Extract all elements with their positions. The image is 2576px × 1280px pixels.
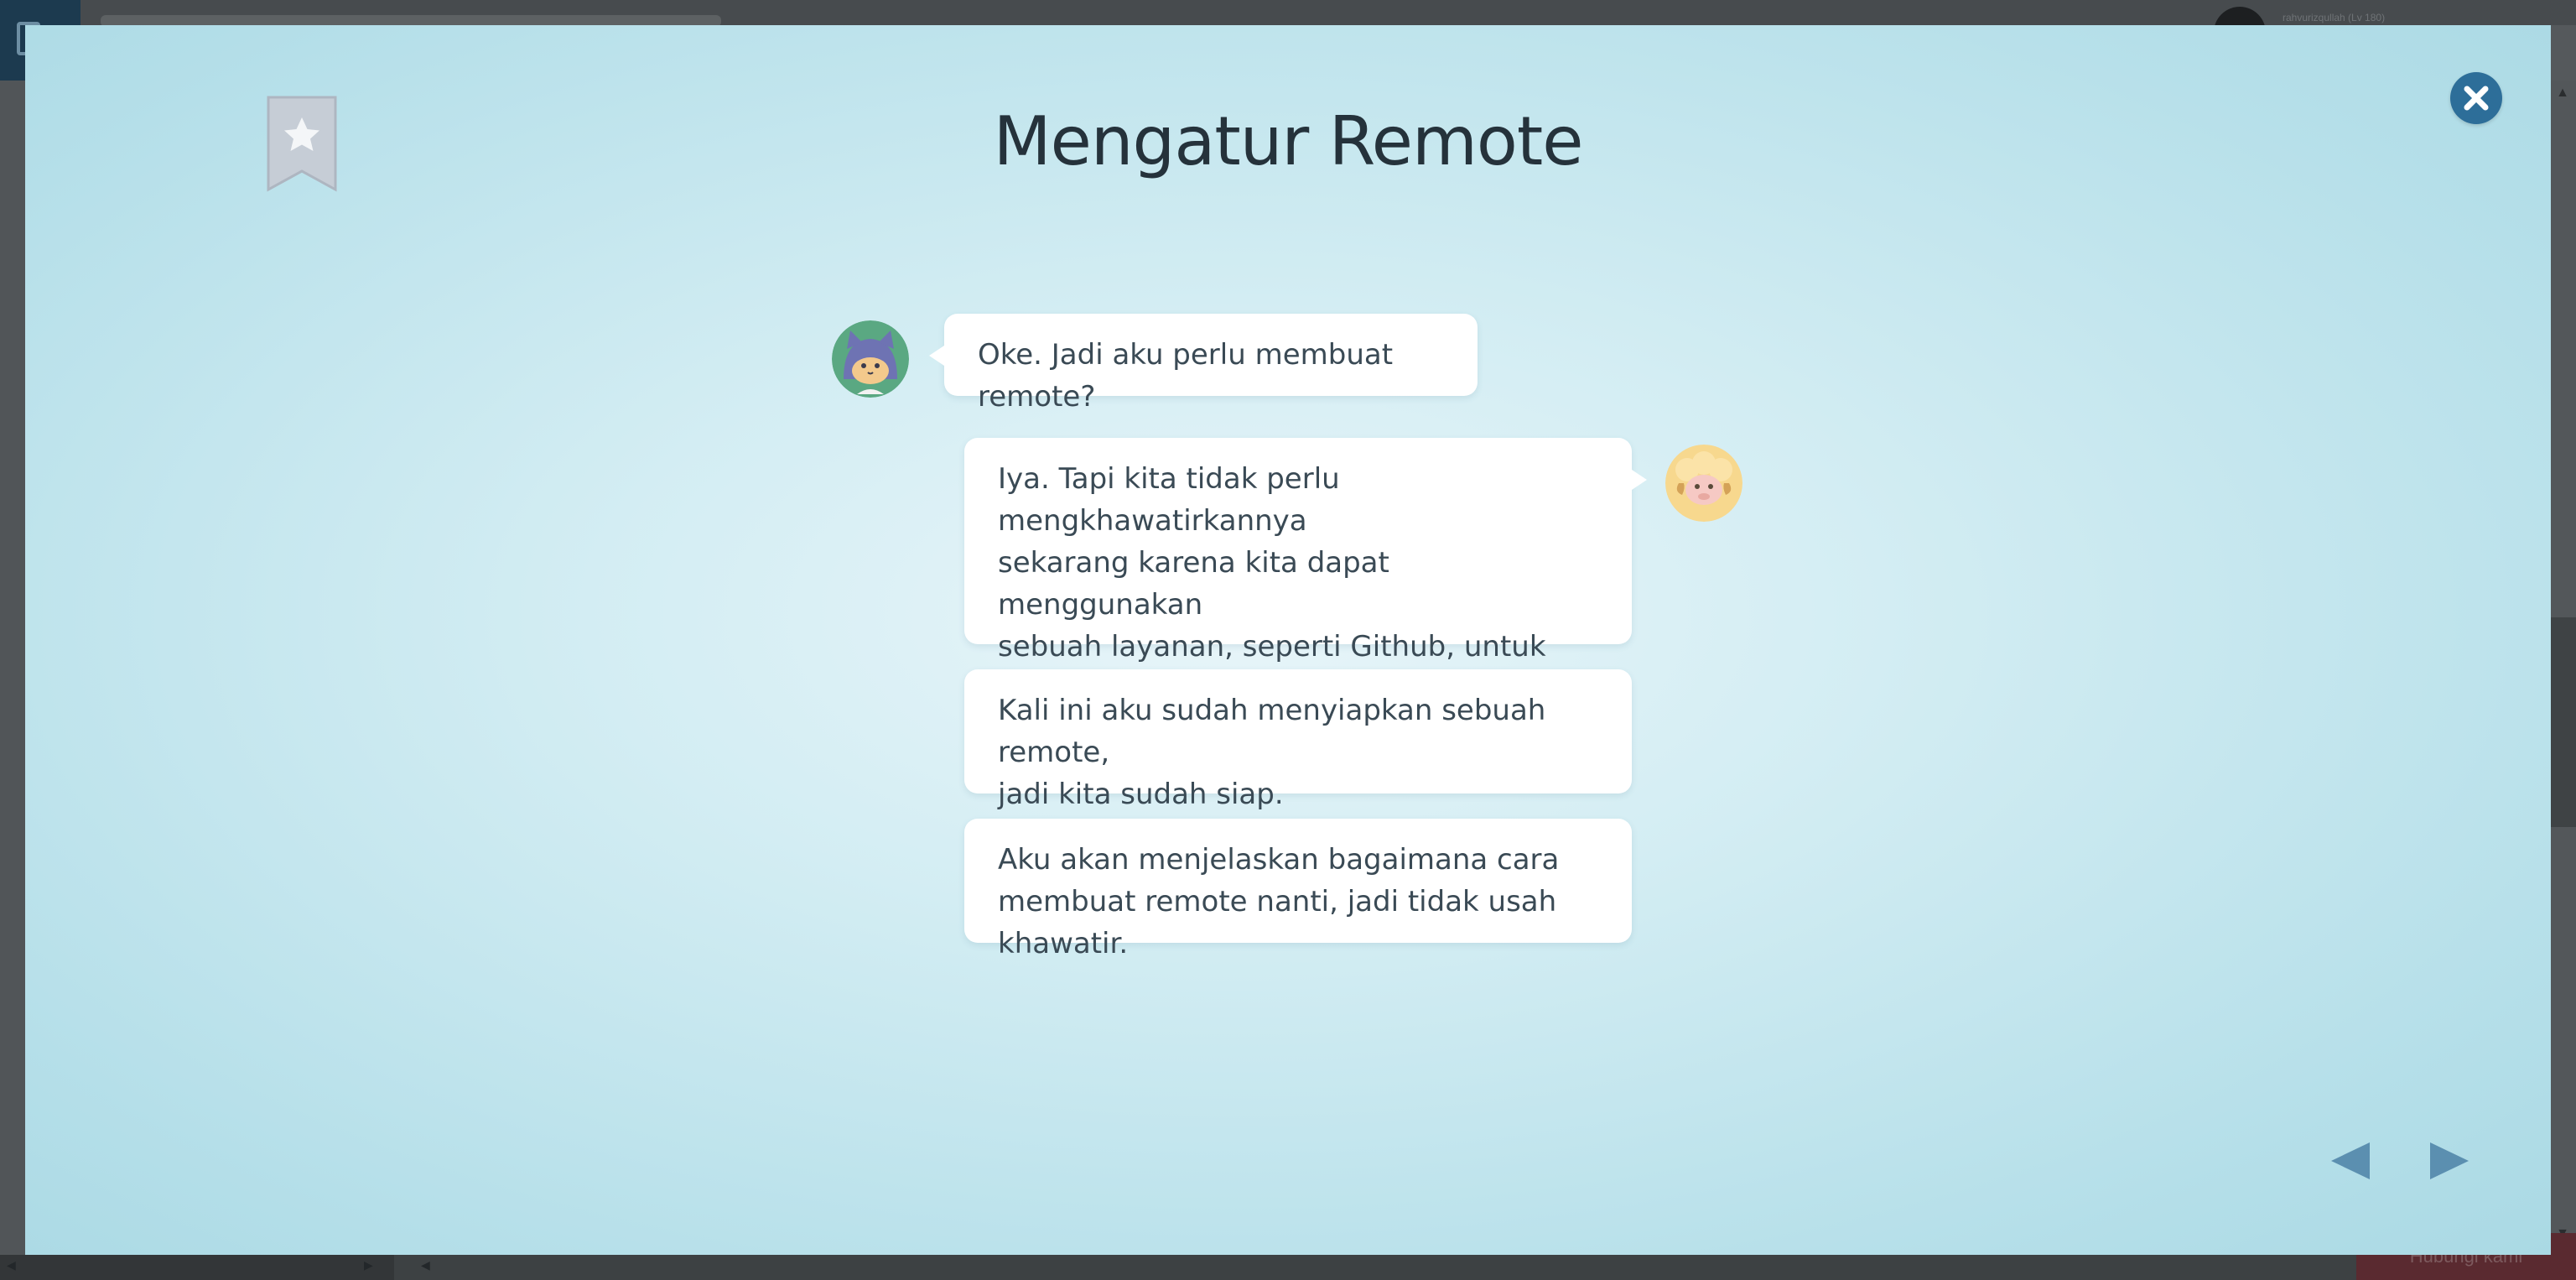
scroll-left-arrow-icon: ◀ [421,1258,430,1272]
previous-button[interactable] [2323,1136,2376,1186]
cat-avatar [832,320,909,398]
lesson-modal: Mengatur Remote Oke. Jadi aku perlu memb… [25,25,2551,1255]
background-bottom-left-panel [0,1255,394,1280]
modal-title: Mengatur Remote [993,102,1584,180]
sheep-avatar [1665,445,1742,522]
chat-bubble: Iya. Tapi kita tidak perlu mengkhawatirk… [964,438,1647,705]
chat-bubble: Kali ini aku sudah menyiapkan sebuah rem… [964,669,1632,811]
next-button[interactable] [2423,1136,2477,1186]
chat-bubble: Aku akan menjelaskan bagaimana cara memb… [964,819,1632,960]
background-scrollbar [2547,81,2576,1238]
chat-message-text: Oke. Jadi aku perlu membuat remote? [978,338,1394,414]
chat-message-text: Kali ini aku sudah menyiapkan sebuah rem… [998,694,1546,811]
close-icon [2464,86,2489,111]
background-username: rahvurizqullah (Lv 180) [2283,12,2386,23]
chat-message-text: Aku akan menjelaskan bagaimana cara memb… [998,843,1560,960]
background-sidebar [0,81,25,1280]
scroll-left-arrow-icon: ◀ [7,1258,16,1272]
close-button[interactable] [2450,72,2502,124]
scroll-right-arrow-icon: ▶ [364,1258,373,1272]
chat-bubble: Oke. Jadi aku perlu membuat remote? [929,314,1478,414]
cat-avatar-icon [832,320,909,398]
triangle-right-icon [2430,1142,2469,1179]
background-scroll-thumb [2547,617,2576,827]
scroll-up-arrow-icon: ▲ [2556,86,2569,100]
sheep-avatar-icon [1665,445,1742,522]
triangle-left-icon [2331,1142,2370,1179]
